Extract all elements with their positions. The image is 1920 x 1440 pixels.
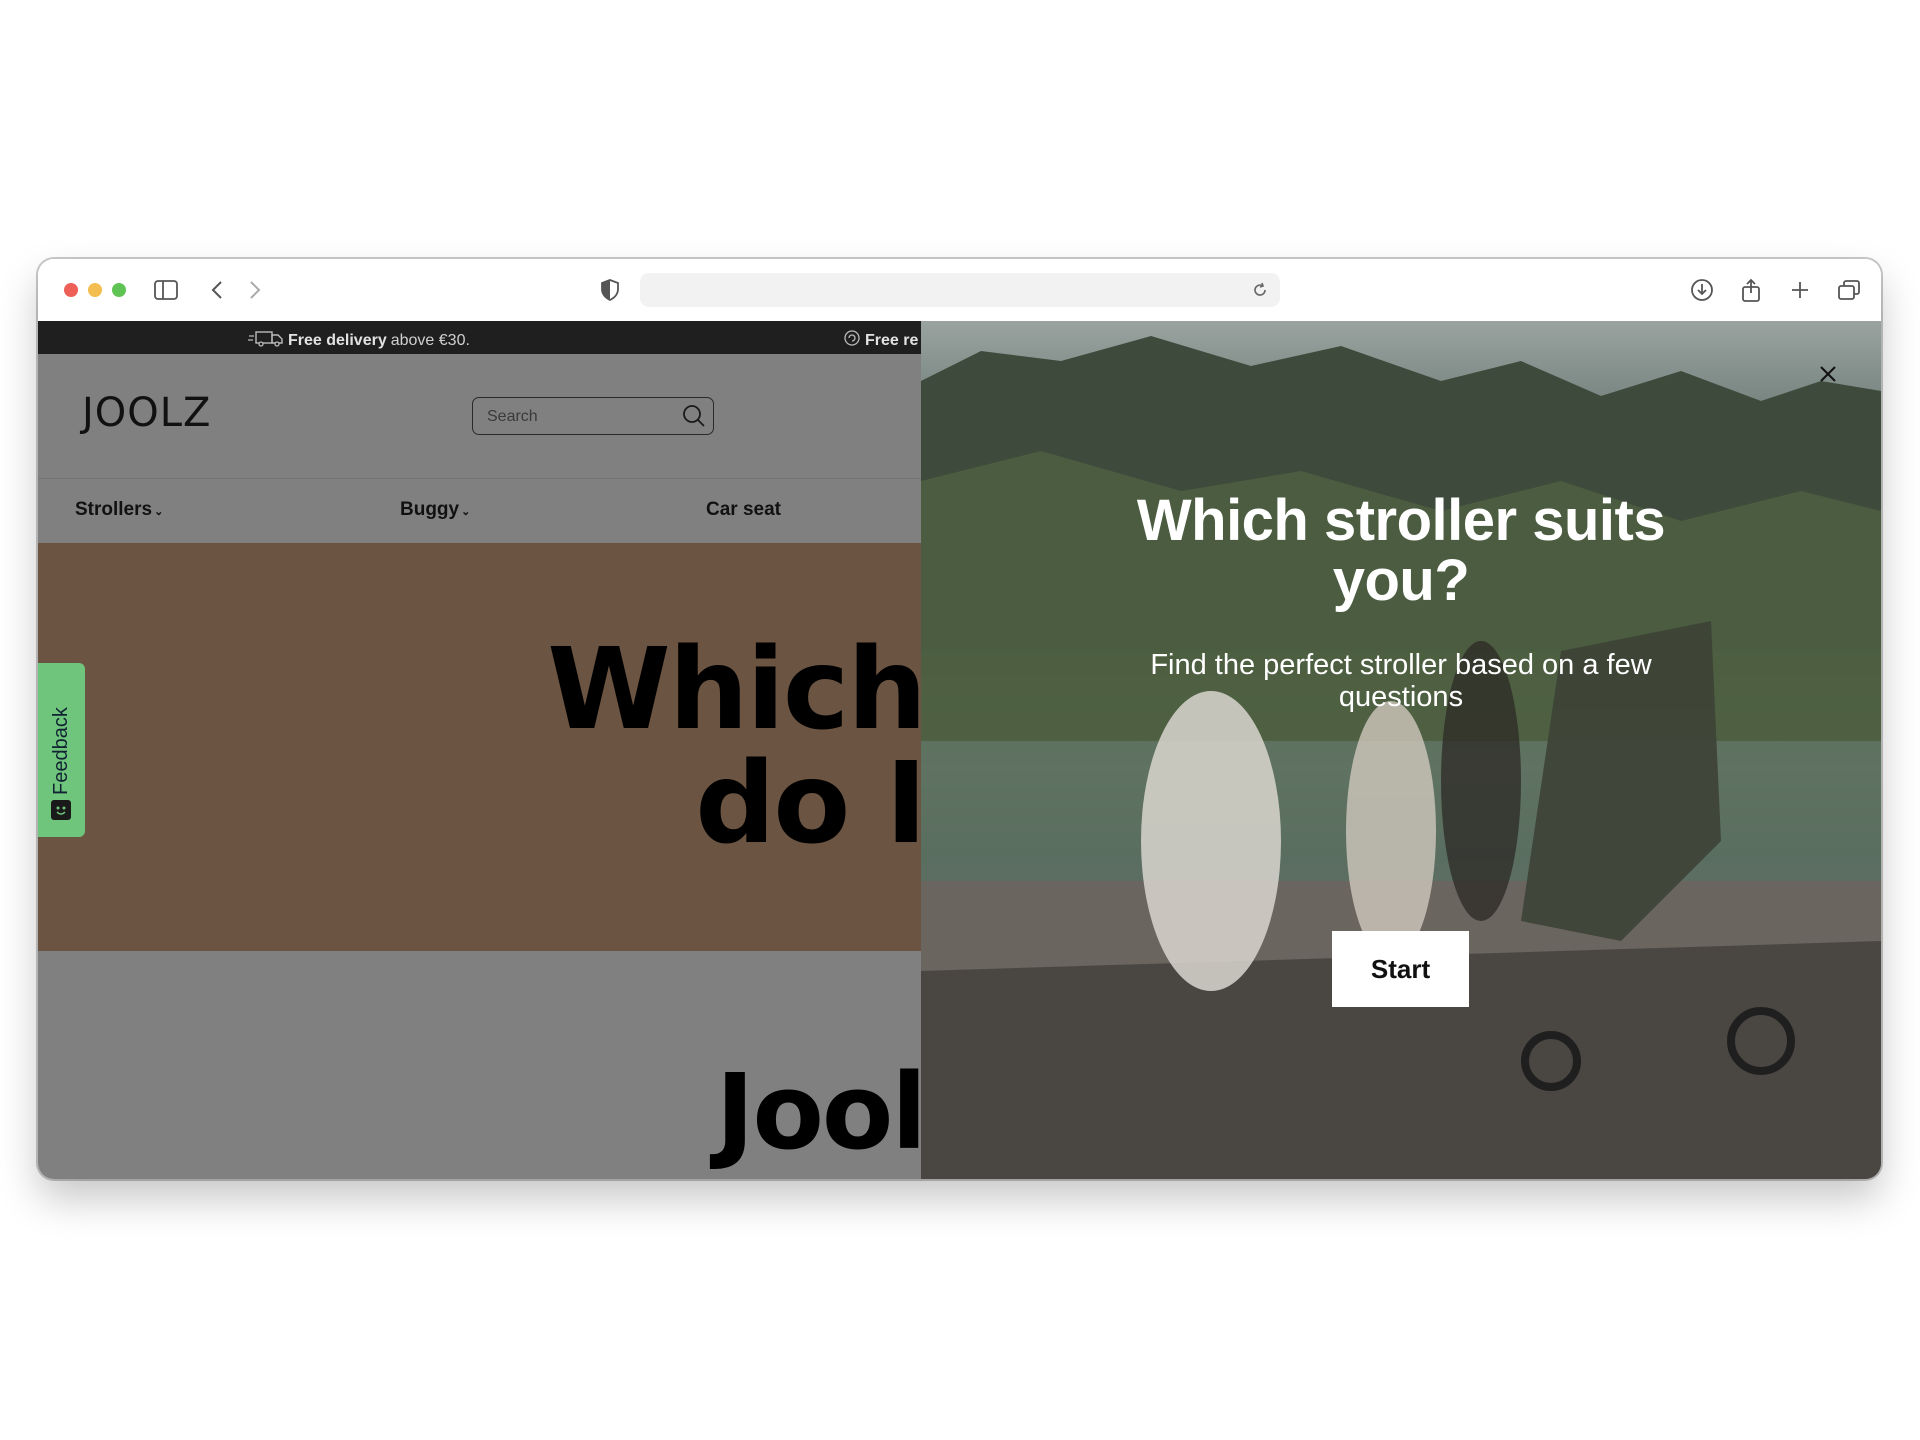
close-icon[interactable] [1815,361,1841,387]
announcement-item-returns: Free re [843,329,918,352]
web-page: Free delivery above €30. Free re JOOLZ S… [38,321,1881,1179]
feedback-label: Feedback [50,707,72,795]
nav-item-car-seat[interactable]: Car seat [706,499,781,521]
feedback-tab[interactable]: Feedback [38,663,85,837]
nav-item-label: Buggy [400,499,460,520]
hero-line-2: do I [695,739,921,869]
browser-toolbar [38,259,1881,322]
new-tab-icon[interactable] [1786,276,1814,304]
lake-scene-image [921,336,1881,1179]
nav-item-label: Strollers [75,499,153,520]
announcement-text: above €30. [390,331,470,349]
search-box[interactable] [472,397,714,435]
joolz-logo[interactable]: JOOLZ [82,390,211,436]
announcement-bar: Free delivery above €30. Free re [38,321,921,354]
quiz-subtitle: Find the perfect stroller based on a few… [1150,649,1652,713]
main-navigation: Strollers ⌄ Buggy ⌄ Car seat [38,479,921,543]
address-bar[interactable] [640,273,1280,307]
zoom-window-button[interactable] [112,283,126,297]
share-icon[interactable] [1737,276,1765,304]
browser-window: Free delivery above €30. Free re JOOLZ S… [38,259,1881,1179]
dimmed-site-background: Free delivery above €30. Free re JOOLZ S… [38,321,921,1179]
chevron-down-icon: ⌄ [154,506,164,518]
delivery-truck-icon [248,329,284,352]
section-heading: Jool [715,1051,921,1173]
hero-banner: Which do I [38,543,921,951]
close-window-button[interactable] [64,283,78,297]
sidebar-icon[interactable] [152,276,180,304]
back-icon[interactable] [203,276,231,304]
nav-item-buggy[interactable]: Buggy ⌄ [400,499,470,521]
search-icon[interactable] [681,403,707,429]
tabs-icon[interactable] [1835,276,1863,304]
chevron-down-icon: ⌄ [461,506,471,518]
announcement-item-delivery: Free delivery above €30. [248,329,470,352]
start-button[interactable]: Start [1332,931,1469,1007]
stroller-quiz-panel: Which stroller suits you? Find the perfe… [921,321,1881,1179]
minimize-window-button[interactable] [88,283,102,297]
smiley-icon [51,800,71,820]
returns-icon [843,329,861,352]
announcement-bold: Free re [865,331,919,349]
nav-item-label: Car seat [706,499,781,520]
reload-icon[interactable] [1248,277,1272,303]
nav-item-strollers[interactable]: Strollers ⌄ [75,499,163,521]
hero-heading: Which do I [547,633,921,861]
download-icon[interactable] [1688,276,1716,304]
shield-icon[interactable] [596,276,624,304]
announcement-bold: Free delivery [288,331,387,349]
search-input[interactable] [485,404,674,430]
quiz-title: Which stroller suits you? [1136,488,1666,613]
hero-line-1: Which [547,625,921,755]
forward-icon[interactable] [241,276,269,304]
site-header: JOOLZ [38,354,921,479]
